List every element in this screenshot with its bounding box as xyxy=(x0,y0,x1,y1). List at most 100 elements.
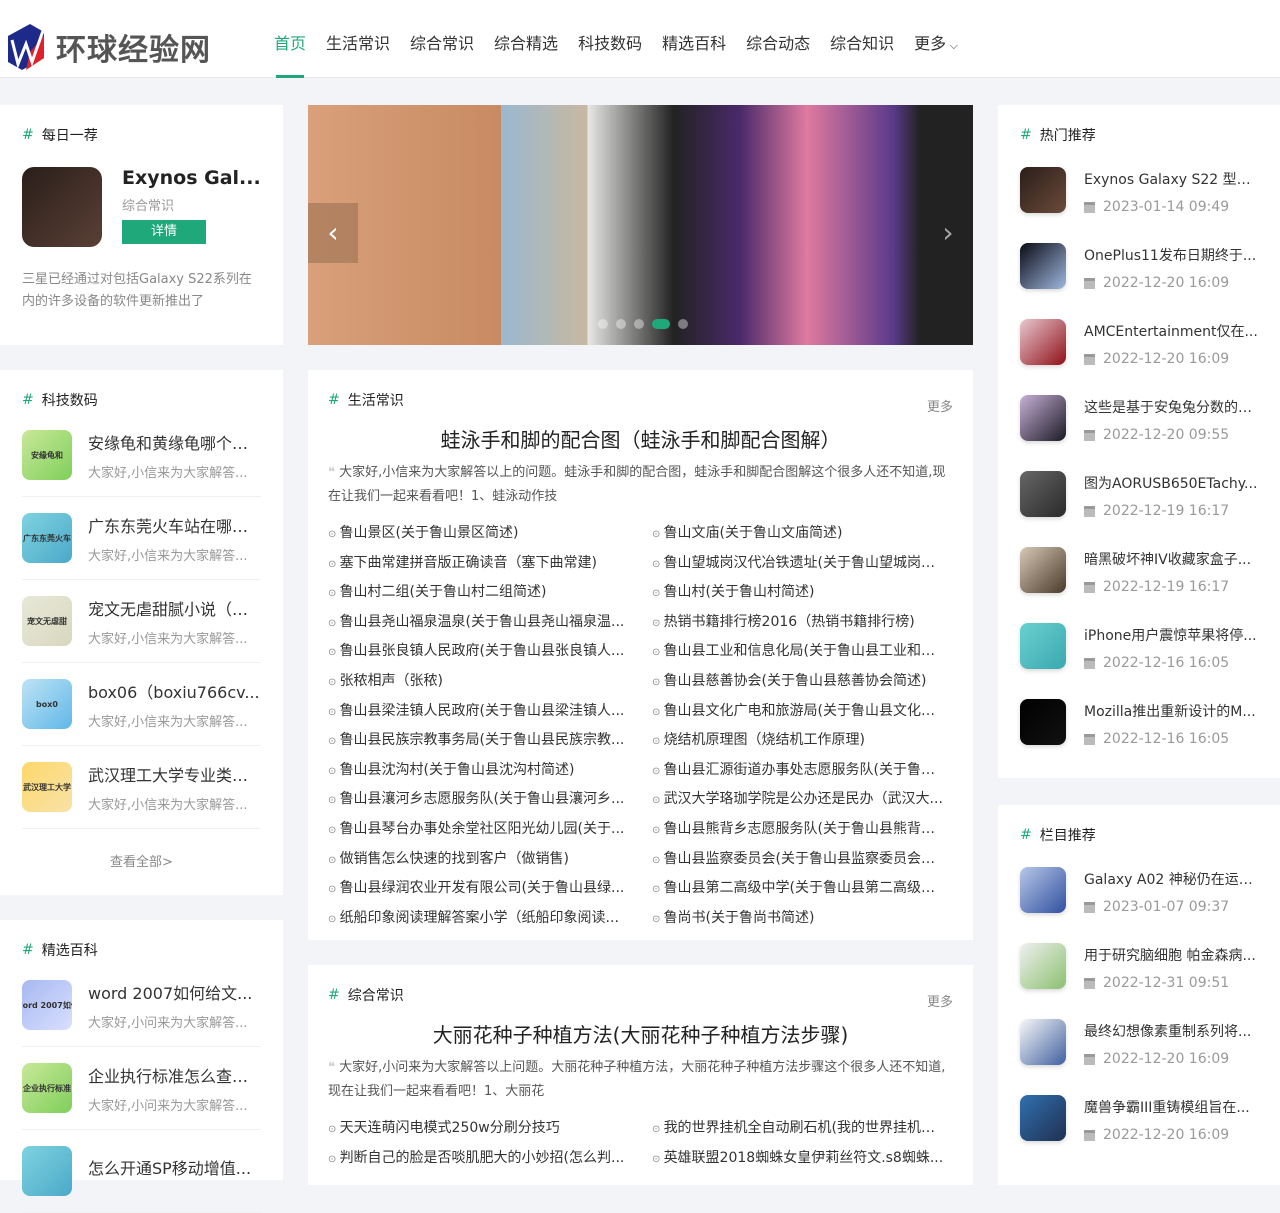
item-title[interactable]: OnePlus11发布日期终于... xyxy=(1084,245,1260,265)
item-thumb[interactable]: 广东东莞火车 xyxy=(22,513,72,563)
carousel-dot[interactable] xyxy=(634,319,644,329)
list-item[interactable]: 这些是基于安兔兔分数的2... 2022-12-20 09:55 xyxy=(1020,395,1260,471)
item-title[interactable]: word 2007如何给文... xyxy=(88,980,262,1004)
article-link[interactable]: 鲁山县监察委员会(关于鲁山县监察委员会简... xyxy=(652,845,952,875)
item-thumb[interactable] xyxy=(1020,395,1066,441)
article-link[interactable]: 鲁山县张良镇人民政府(关于鲁山县张良镇人... xyxy=(328,637,652,667)
item-thumb[interactable] xyxy=(1020,471,1066,517)
item-thumb[interactable] xyxy=(1020,547,1066,593)
article-link[interactable]: 我的世界挂机全自动刷石机(我的世界挂机刷... xyxy=(652,1114,952,1144)
article-link[interactable]: 鲁山村二组(关于鲁山村二组简述) xyxy=(328,578,652,608)
nav-knowledge[interactable]: 综合知识 xyxy=(830,30,894,78)
list-item[interactable]: 魔兽争霸III重铸模组旨在... 2022-12-20 16:09 xyxy=(1020,1095,1258,1171)
item-title[interactable]: Mozilla推出重新设计的M... xyxy=(1084,701,1260,721)
item-title[interactable]: 魔兽争霸III重铸模组旨在... xyxy=(1084,1097,1260,1117)
article-link[interactable]: 纸船印象阅读理解答案小学（纸船印象阅读... xyxy=(328,904,652,934)
item-title[interactable]: 宠文无虐甜腻小说（甜... xyxy=(88,596,262,620)
article-link[interactable]: 鲁山县沈沟村(关于鲁山县沈沟村简述) xyxy=(328,756,652,786)
item-title[interactable]: 暗黑破坏神IV收藏家盒子... xyxy=(1084,549,1260,569)
article-link[interactable]: 做销售怎么快速的找到客户（做销售) xyxy=(328,845,652,875)
carousel-dot[interactable] xyxy=(598,319,608,329)
list-item[interactable]: iPhone用户震惊苹果将停... 2022-12-16 16:05 xyxy=(1020,623,1258,699)
item-title[interactable]: box06（boxiu766cv... xyxy=(88,679,262,703)
item-thumb[interactable] xyxy=(1020,1019,1066,1065)
nav-home[interactable]: 首页 xyxy=(274,30,306,78)
list-item[interactable]: 暗黑破坏神IV收藏家盒子... 2022-12-19 16:17 xyxy=(1020,547,1258,623)
item-thumb[interactable]: 武汉理工大学 xyxy=(22,762,72,812)
carousel-dot-active[interactable] xyxy=(652,319,670,329)
item-title[interactable]: 广东东莞火车站在哪里... xyxy=(88,513,262,537)
item-thumb[interactable] xyxy=(1020,167,1066,213)
article-link[interactable]: 鲁山村(关于鲁山村简述) xyxy=(652,578,952,608)
article-link[interactable]: 天天连萌闪电模式250w分刷分技巧 xyxy=(328,1114,652,1144)
item-thumb[interactable]: 宠文无虐甜 xyxy=(22,596,72,646)
article-link[interactable]: 鲁山县梁洼镇人民政府(关于鲁山县梁洼镇人... xyxy=(328,697,652,727)
headline[interactable]: 蛙泳手和脚的配合图（蛙泳手和脚配合图解） xyxy=(328,424,953,453)
list-item[interactable]: box0 box06（boxiu766cv... 大家好,小信来为大家解答... xyxy=(22,663,261,746)
item-title[interactable]: 最终幻想像素重制系列将... xyxy=(1084,1021,1260,1041)
list-item[interactable]: 怎么开通SP移动增值... xyxy=(22,1130,261,1213)
item-title[interactable]: 怎么开通SP移动增值... xyxy=(88,1155,262,1179)
article-link[interactable]: 鲁山文庙(关于鲁山文庙简述) xyxy=(652,519,952,549)
nav-more[interactable]: 更多 ⌵ xyxy=(914,30,958,78)
article-link[interactable]: 鲁山县汇源街道办事处志愿服务队(关于鲁山... xyxy=(652,756,952,786)
details-button[interactable]: 详情 xyxy=(122,220,206,244)
item-thumb[interactable] xyxy=(1020,1095,1066,1141)
nav-news[interactable]: 综合动态 xyxy=(746,30,810,78)
article-link[interactable]: 烧结机原理图（烧结机工作原理) xyxy=(652,726,952,756)
item-thumb[interactable] xyxy=(1020,243,1066,289)
article-link[interactable]: 判断自己的脸是否啖肌肥大的小妙招(怎么判... xyxy=(328,1144,652,1174)
article-link[interactable]: 鲁尚书(关于鲁尚书简述) xyxy=(652,904,952,934)
image-carousel[interactable]: ‹ › xyxy=(308,105,973,345)
list-item[interactable]: 用于研究脑细胞 帕金森病... 2022-12-31 09:51 xyxy=(1020,943,1258,1019)
item-title[interactable]: 企业执行标准怎么查询... xyxy=(88,1063,262,1087)
list-item[interactable]: 最终幻想像素重制系列将... 2022-12-20 16:09 xyxy=(1020,1019,1258,1095)
item-thumb[interactable] xyxy=(1020,867,1066,913)
carousel-dot[interactable] xyxy=(616,319,626,329)
item-thumb[interactable] xyxy=(1020,319,1066,365)
list-item[interactable]: 广东东莞火车 广东东莞火车站在哪里... 大家好,小信来为大家解答... xyxy=(22,497,262,580)
item-title[interactable]: iPhone用户震惊苹果将停... xyxy=(1084,625,1260,645)
article-link[interactable]: 鲁山县熊背乡志愿服务队(关于鲁山县熊背乡... xyxy=(652,815,952,845)
article-link[interactable]: 鲁山县瀼河乡志愿服务队(关于鲁山县瀼河乡... xyxy=(328,785,652,815)
article-link[interactable]: 鲁山景区(关于鲁山景区简述) xyxy=(328,519,652,549)
article-link[interactable]: 鲁山县工业和信息化局(关于鲁山县工业和信... xyxy=(652,637,952,667)
article-link[interactable]: 鲁山望城岗汉代冶铁遗址(关于鲁山望城岗汉... xyxy=(652,549,952,579)
item-thumb[interactable] xyxy=(22,1146,72,1196)
list-item[interactable]: Galaxy A02 神秘仍在运行... 2023-01-07 09:37 xyxy=(1020,867,1260,943)
list-item[interactable]: Mozilla推出重新设计的M... 2022-12-16 16:05 xyxy=(1020,699,1258,775)
article-link[interactable]: 张秾相声（张秾) xyxy=(328,667,652,697)
item-title[interactable]: 安缘龟和黄缘龟哪个贵... xyxy=(88,430,262,454)
more-link[interactable]: 更多 xyxy=(927,396,953,415)
carousel-prev-button[interactable]: ‹ xyxy=(308,203,358,263)
list-item[interactable]: AMCEntertainment仅在... 2022-12-20 16:09 xyxy=(1020,319,1258,395)
item-thumb[interactable]: box0 xyxy=(22,679,72,729)
article-link[interactable]: 英雄联盟2018蜘蛛女皇伊莉丝符文.s8蜘蛛... xyxy=(652,1144,952,1174)
article-link[interactable]: 热销书籍排行榜2016（热销书籍排行榜) xyxy=(652,608,952,638)
list-item[interactable]: 宠文无虐甜 宠文无虐甜腻小说（甜... 大家好,小信来为大家解答... xyxy=(22,580,262,663)
article-link[interactable]: 鲁山县尧山福泉温泉(关于鲁山县尧山福泉温... xyxy=(328,608,652,638)
article-link[interactable]: 鲁山县绿润农业开发有限公司(关于鲁山县绿... xyxy=(328,874,652,904)
nav-general[interactable]: 综合常识 xyxy=(410,30,474,78)
list-item[interactable]: 武汉理工大学 武汉理工大学专业类别... 大家好,小信来为大家解答... xyxy=(22,746,262,829)
article-link[interactable]: 鲁山县第二高级中学(关于鲁山县第二高级中... xyxy=(652,874,952,904)
article-link[interactable]: 鲁山县慈善协会(关于鲁山县慈善协会简述) xyxy=(652,667,952,697)
list-item[interactable]: 图为AORUSB650ETachy... 2022-12-19 16:17 xyxy=(1020,471,1258,547)
item-title[interactable]: 图为AORUSB650ETachy... xyxy=(1084,473,1260,493)
daily-thumb[interactable] xyxy=(22,167,102,247)
article-link[interactable]: 武汉大学珞珈学院是公办还是民办（武汉大... xyxy=(652,785,952,815)
daily-name[interactable]: Exynos Gal... xyxy=(122,167,261,189)
article-link[interactable]: 鲁山县文化广电和旅游局(关于鲁山县文化广... xyxy=(652,697,952,727)
list-item[interactable]: OnePlus11发布日期终于... 2022-12-20 16:09 xyxy=(1020,243,1258,319)
item-title[interactable]: AMCEntertainment仅在... xyxy=(1084,321,1260,341)
item-title[interactable]: 用于研究脑细胞 帕金森病... xyxy=(1084,945,1260,965)
item-thumb[interactable]: 安缘龟和 xyxy=(22,430,72,480)
more-link[interactable]: 更多 xyxy=(927,991,953,1010)
view-all-link[interactable]: 查看全部> xyxy=(22,851,261,870)
item-title[interactable]: Exynos Galaxy S22 型号... xyxy=(1084,169,1260,189)
item-thumb[interactable] xyxy=(1020,699,1066,745)
list-item[interactable]: word 2007如何 word 2007如何给文... 大家好,小问来为大家解答… xyxy=(22,964,261,1047)
site-logo[interactable]: 环球经验网 xyxy=(4,22,211,72)
carousel-dot[interactable] xyxy=(678,319,688,329)
article-link[interactable]: 塞下曲常建拼音版正确读音（塞下曲常建) xyxy=(328,549,652,579)
